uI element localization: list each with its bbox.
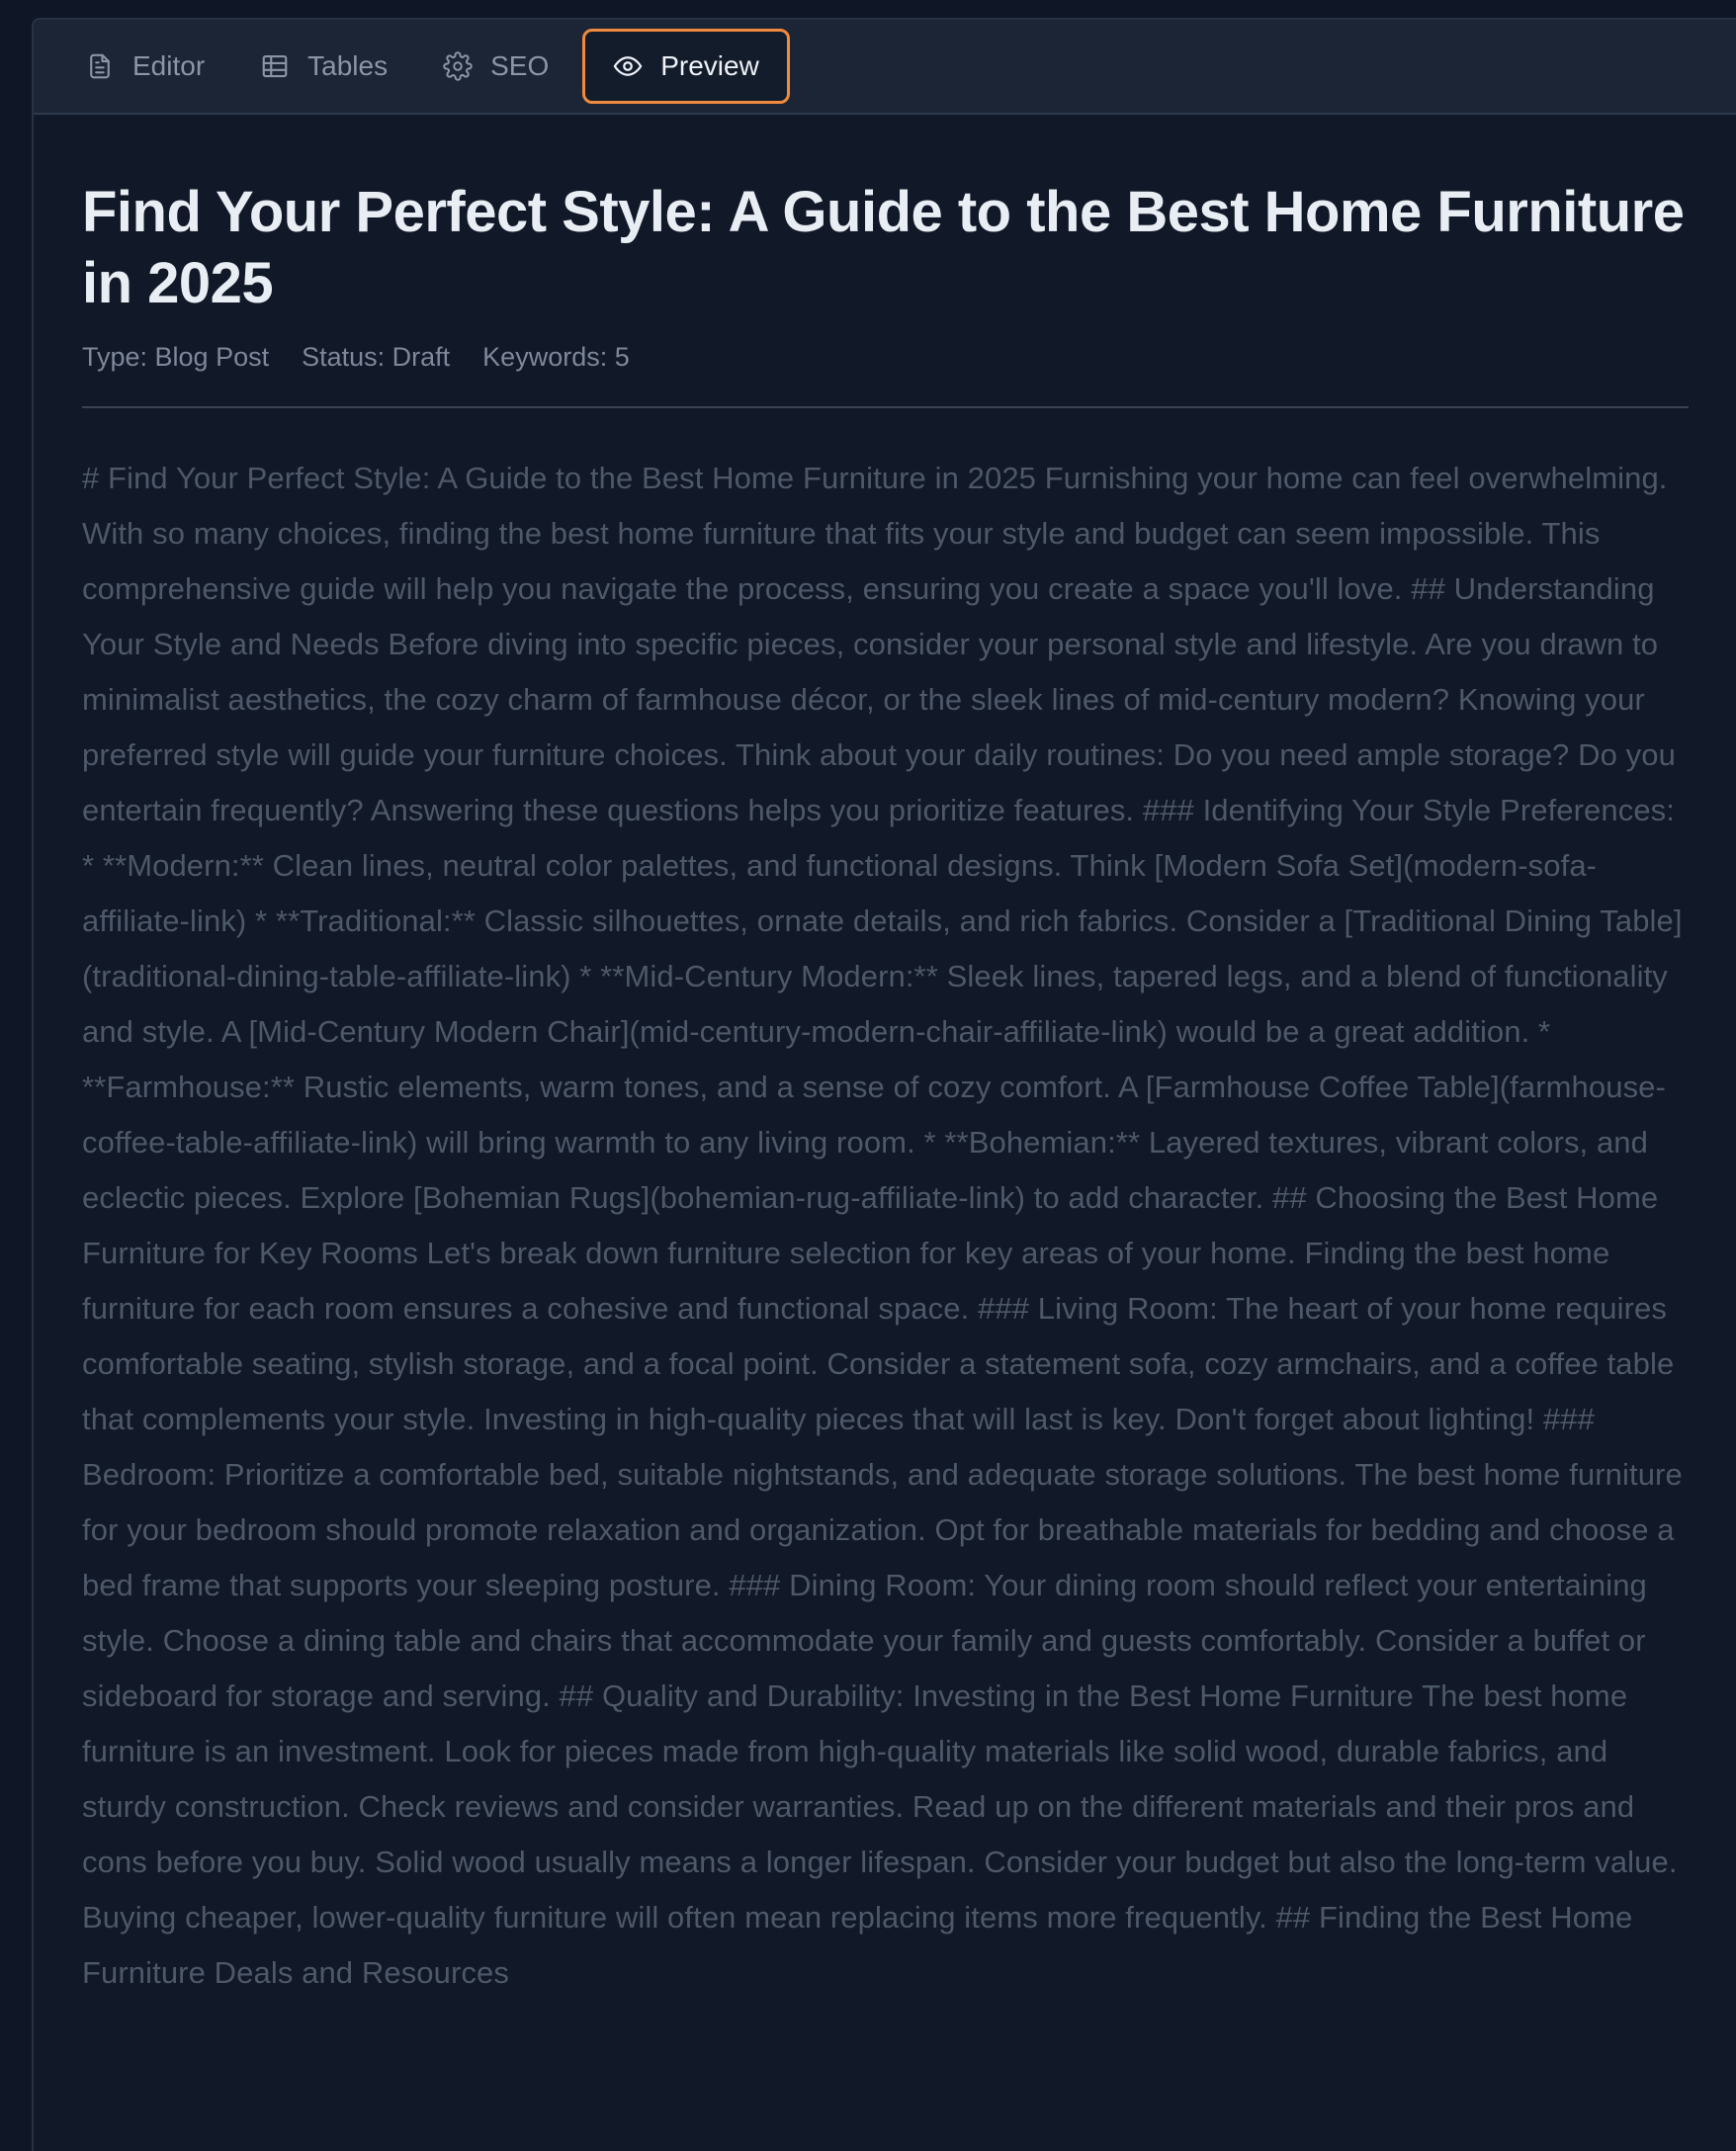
document-icon [85, 51, 115, 81]
tab-tables-label: Tables [307, 50, 389, 81]
tab-preview[interactable]: Preview [582, 29, 790, 104]
gear-icon [443, 51, 473, 81]
meta-type: Type: Blog Post [82, 342, 270, 372]
meta-keywords: Keywords: 5 [482, 342, 630, 372]
preview-content: Find Your Perfect Style: A Guide to the … [34, 177, 1736, 2001]
meta-status: Status: Draft [302, 342, 451, 372]
tab-editor[interactable]: Editor [63, 29, 226, 104]
article-title: Find Your Perfect Style: A Guide to the … [82, 180, 1685, 315]
tab-editor-label: Editor [132, 50, 206, 81]
article-meta: Type: Blog Post Status: Draft Keywords: … [82, 339, 1689, 375]
tab-bar: Editor Tables SEO Preview [34, 20, 1736, 115]
eye-icon [613, 51, 643, 81]
tab-seo[interactable]: SEO [421, 29, 570, 104]
preview-panel: Editor Tables SEO Preview Find Your Perf… [32, 18, 1736, 2151]
tab-seo-label: SEO [490, 50, 550, 81]
article-body: # Find Your Perfect Style: A Guide to th… [82, 461, 1683, 1990]
tab-preview-label: Preview [660, 50, 759, 81]
divider [82, 406, 1689, 408]
table-icon [260, 51, 290, 81]
tab-tables[interactable]: Tables [238, 29, 409, 104]
